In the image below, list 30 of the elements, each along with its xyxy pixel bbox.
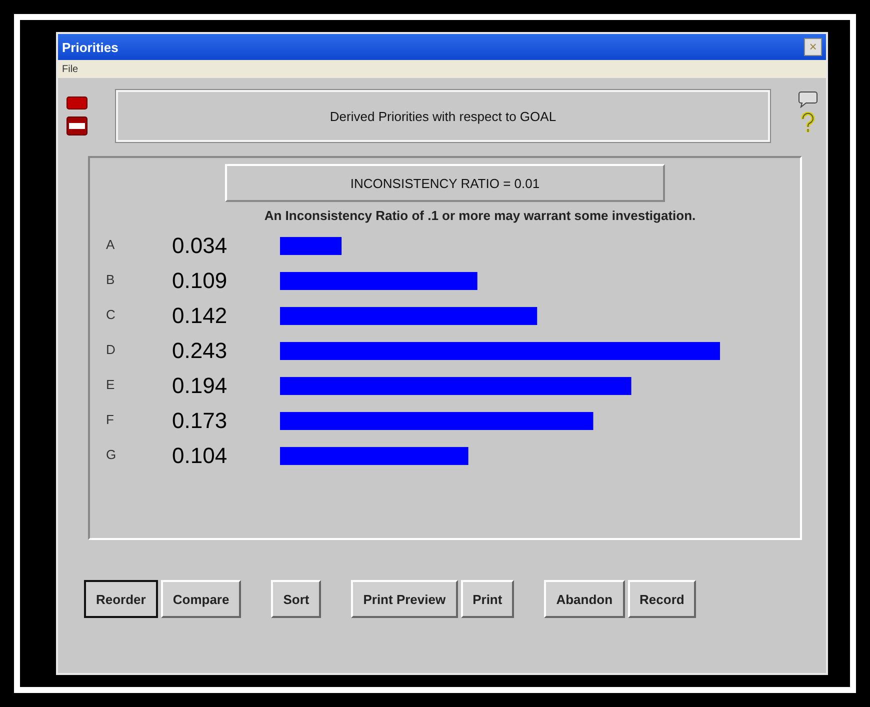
action-button[interactable]: Reorder (84, 580, 158, 618)
value-label: 0.173 (172, 408, 228, 433)
category-label: B (106, 272, 115, 287)
action-button[interactable]: Abandon (544, 580, 625, 618)
category-label: D (106, 342, 116, 357)
category-label: G (106, 447, 116, 462)
block-icon[interactable] (66, 96, 88, 110)
value-label: 0.109 (172, 268, 228, 293)
header-title: Derived Priorities with respect to GOAL (330, 108, 556, 124)
category-label: A (106, 237, 115, 252)
ratio-label: INCONSISTENCY RATIO = 0.01 (350, 176, 540, 190)
category-label: E (106, 377, 115, 392)
action-button[interactable]: Compare (160, 580, 242, 618)
value-label: 0.104 (172, 443, 228, 468)
category-label: C (106, 307, 116, 322)
value-label: 0.194 (172, 373, 228, 398)
value-label: 0.142 (172, 303, 228, 328)
speech-bubble-icon[interactable] (798, 90, 818, 108)
action-button[interactable]: Print Preview (351, 580, 458, 618)
action-button[interactable]: Sort (271, 580, 322, 618)
menu-item[interactable]: File (62, 64, 78, 74)
window-title: Priorities (62, 40, 118, 54)
category-label: F (106, 412, 114, 427)
label-tag-icon[interactable] (66, 116, 88, 136)
bar (280, 237, 342, 255)
action-button[interactable]: Record (628, 580, 696, 618)
value-label: 0.243 (172, 338, 228, 363)
value-label: 0.034 (172, 233, 228, 258)
ratio-note: An Inconsistency Ratio of .1 or more may warrant some investigation. (264, 208, 696, 223)
action-button[interactable]: Print (460, 580, 514, 618)
